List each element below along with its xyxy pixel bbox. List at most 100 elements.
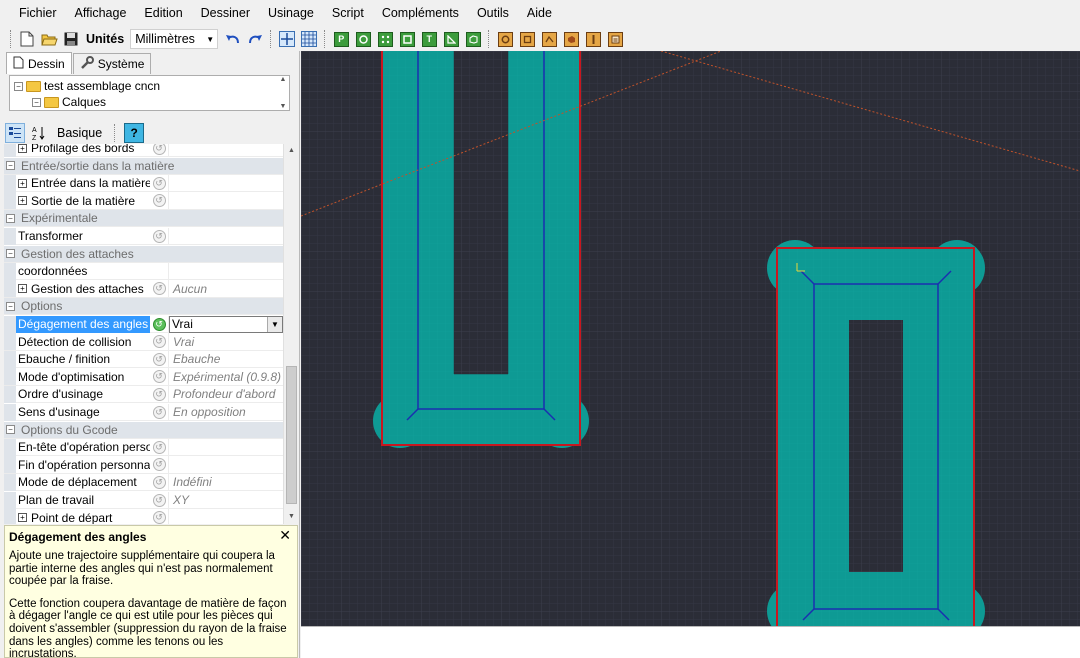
reset-default-icon[interactable]: ↺ <box>152 317 166 331</box>
property-category[interactable]: − Entrée/sortie dans la matière <box>4 157 283 175</box>
reset-default-icon[interactable]: ↺ <box>152 458 166 472</box>
property-row[interactable]: Transformer ↺ <box>4 227 283 245</box>
property-value[interactable]: Vrai <box>168 333 283 351</box>
property-name[interactable]: Sens d'usinage <box>16 404 150 421</box>
property-name[interactable]: Mode de déplacement <box>16 474 150 491</box>
property-category[interactable]: − Gestion des attaches <box>4 245 283 263</box>
scroll-up-icon[interactable]: ▲ <box>280 76 287 83</box>
property-value[interactable] <box>168 262 283 280</box>
reset-default-icon[interactable]: ↺ <box>152 370 166 384</box>
property-value[interactable] <box>168 174 283 192</box>
help-icon[interactable]: ? <box>124 123 145 143</box>
property-value[interactable]: En opposition <box>168 403 283 421</box>
property-name[interactable]: + Sortie de la matière <box>16 192 150 209</box>
chevron-down-icon[interactable]: ▼ <box>267 316 282 332</box>
reset-default-icon[interactable]: ↺ <box>152 440 166 454</box>
scroll-down-icon[interactable]: ▼ <box>280 103 287 110</box>
reset-default-icon[interactable]: ↺ <box>152 511 166 524</box>
property-category[interactable]: − Expérimentale <box>4 210 283 228</box>
property-row[interactable]: + Sortie de la matière ↺ <box>4 192 283 210</box>
save-icon[interactable] <box>61 29 81 49</box>
property-value[interactable]: Ebauche <box>168 350 283 368</box>
alphabetical-sort-icon[interactable]: AZ <box>29 123 49 143</box>
reset-default-icon[interactable]: ↺ <box>152 229 166 243</box>
property-value[interactable] <box>168 192 283 210</box>
redo-icon[interactable] <box>245 29 265 49</box>
menu-item[interactable]: Dessiner <box>192 0 259 27</box>
property-row[interactable]: Plan de travail ↺ XY <box>4 491 283 509</box>
collapse-icon[interactable]: − <box>6 213 15 223</box>
tab-dessin[interactable]: Dessin <box>6 52 72 74</box>
reset-default-icon[interactable]: ↺ <box>152 176 166 190</box>
property-row[interactable]: + Point de départ ↺ <box>4 509 283 524</box>
drill-operation-icon[interactable] <box>583 29 603 49</box>
property-value[interactable] <box>168 456 283 474</box>
property-row[interactable]: + Gestion des attaches ↺ Aucun <box>4 280 283 298</box>
polygon-tool-icon[interactable] <box>441 29 461 49</box>
property-name[interactable]: + Entrée dans la matière <box>16 175 150 192</box>
value-dropdown[interactable]: Vrai ▼ <box>169 315 283 333</box>
property-name[interactable]: Fin d'opération personnalisée <box>16 456 150 473</box>
close-icon[interactable]: ✕ <box>279 527 291 544</box>
reset-default-icon[interactable]: ↺ <box>152 335 166 349</box>
text-tool-icon[interactable]: T <box>419 29 439 49</box>
tree-node-root[interactable]: − test assemblage cncn <box>14 78 160 94</box>
property-row[interactable]: Fin d'opération personnalisée↺ <box>4 456 283 474</box>
property-row[interactable]: Sens d'usinage ↺ En opposition <box>4 403 283 421</box>
rectangle-tool-icon[interactable] <box>397 29 417 49</box>
property-name[interactable]: Détection de collision <box>16 333 150 350</box>
menu-item[interactable]: Script <box>323 0 373 27</box>
property-value[interactable]: Vrai ▼ <box>168 315 283 333</box>
property-row[interactable]: + Profilage des bords ↺ <box>4 144 283 157</box>
drawing-canvas[interactable] <box>301 51 1080 626</box>
property-row[interactable]: Ebauche / finition ↺ Ebauche <box>4 350 283 369</box>
property-value[interactable]: Profondeur d'abord <box>168 385 283 403</box>
scroll-up-icon[interactable]: ▲ <box>284 144 298 158</box>
menu-item[interactable]: Fichier <box>10 0 66 27</box>
units-select[interactable]: Millimètres ▼ <box>130 29 219 49</box>
menu-item[interactable]: Usinage <box>259 0 323 27</box>
property-value[interactable] <box>168 227 283 245</box>
property-category[interactable]: − Options du Gcode <box>4 421 283 439</box>
expand-icon[interactable]: + <box>18 196 27 206</box>
property-row[interactable]: Mode d'optimisation ↺ Expérimental (0.9.8) <box>4 368 283 386</box>
property-grid-scrollbar[interactable]: ▲ ▼ <box>283 144 298 524</box>
menu-item[interactable]: Edition <box>135 0 191 27</box>
tab-systeme[interactable]: Système <box>72 53 152 74</box>
collapse-icon[interactable]: − <box>6 249 15 259</box>
property-row[interactable]: coordonnées <box>4 262 283 281</box>
property-value[interactable] <box>168 438 283 456</box>
scroll-down-icon[interactable]: ▼ <box>284 510 298 524</box>
property-name[interactable]: Mode d'optimisation <box>16 368 150 385</box>
property-name[interactable]: + Gestion des attaches <box>16 280 150 297</box>
reset-default-icon[interactable]: ↺ <box>152 144 166 155</box>
property-row[interactable]: Ordre d'usinage ↺ Profondeur d'abord <box>4 385 283 404</box>
undo-icon[interactable] <box>223 29 243 49</box>
property-name[interactable]: + Point de départ <box>16 509 150 524</box>
property-row[interactable]: En-tête d'opération personnalisé↺ <box>4 438 283 457</box>
menu-item[interactable]: Compléments <box>373 0 468 27</box>
3d-operation-icon[interactable] <box>561 29 581 49</box>
collapse-icon[interactable]: − <box>6 301 15 311</box>
property-value[interactable]: Aucun <box>168 280 283 298</box>
profile-operation-icon[interactable] <box>517 29 537 49</box>
property-row[interactable]: + Entrée dans la matière ↺ <box>4 174 283 193</box>
collapse-icon[interactable]: − <box>6 425 15 435</box>
snap-point-icon[interactable] <box>277 29 297 49</box>
menu-item[interactable]: Aide <box>518 0 561 27</box>
tree-node-calques[interactable]: − Calques <box>32 94 106 110</box>
circle-tool-icon[interactable] <box>353 29 373 49</box>
property-value[interactable] <box>168 144 283 157</box>
property-name[interactable]: Transformer <box>16 228 150 245</box>
expand-icon[interactable]: + <box>18 513 27 523</box>
property-value[interactable]: XY <box>168 491 283 509</box>
menu-item[interactable]: Affichage <box>66 0 136 27</box>
pocket-operation-icon[interactable] <box>495 29 515 49</box>
property-value[interactable] <box>168 509 283 524</box>
reset-default-icon[interactable]: ↺ <box>152 352 166 366</box>
points-tool-icon[interactable] <box>375 29 395 49</box>
property-name[interactable]: + Profilage des bords <box>16 144 150 157</box>
grid-icon[interactable] <box>299 29 319 49</box>
property-row[interactable]: Mode de déplacement ↺ Indéfini <box>4 473 283 492</box>
property-name[interactable]: En-tête d'opération personnalisé <box>16 439 150 456</box>
